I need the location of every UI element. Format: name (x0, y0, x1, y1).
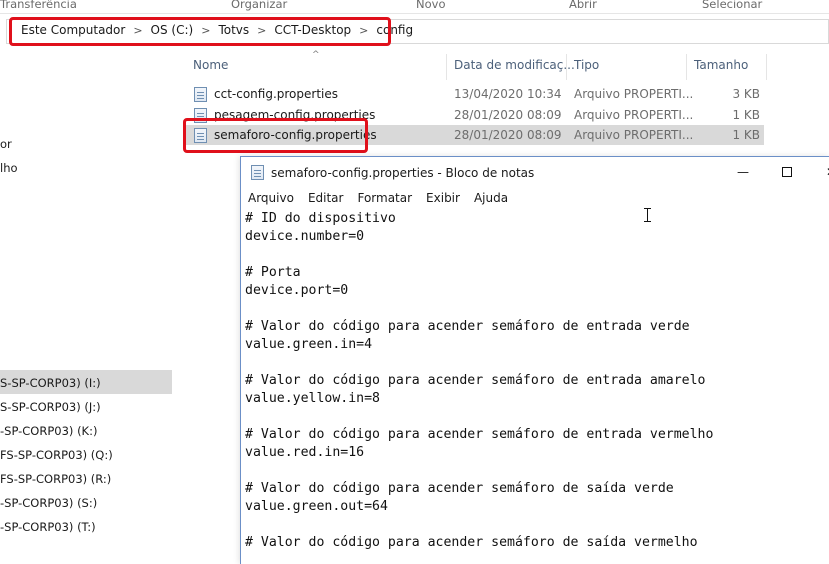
file-date: 28/01/2020 08:09 (454, 108, 562, 122)
file-size: 3 KB (732, 87, 760, 101)
file-type: Arquivo PROPERTI... (574, 87, 694, 101)
window-title: semaforo-config.properties - Bloco de no… (271, 166, 535, 180)
nav-item-drive-j[interactable]: S-SP-CORP03) (J:) (0, 400, 101, 414)
file-date: 13/04/2020 10:34 (454, 87, 562, 101)
notepad-title-bar[interactable]: semaforo-config.properties - Bloco de no… (241, 157, 829, 187)
address-highlight-box (9, 17, 391, 46)
notepad-icon (251, 165, 264, 180)
nav-item-drive-q[interactable]: FS-SP-CORP03) (Q:) (0, 448, 113, 462)
column-divider[interactable] (446, 54, 447, 80)
nav-item-drive-i[interactable]: S-SP-CORP03) (I:) (0, 376, 101, 390)
nav-item-drive-k[interactable]: -SP-CORP03) (K:) (0, 424, 97, 438)
file-list-header: Nome Data de modificaç... Tipo Tamanho (186, 54, 829, 80)
nav-item-drive-s[interactable]: -SP-CORP03) (S:) (0, 496, 97, 510)
file-row[interactable]: cct-config.properties 13/04/2020 10:34 A… (186, 84, 764, 104)
column-header-type[interactable]: Tipo (574, 58, 599, 72)
file-highlight-box (183, 118, 368, 153)
column-divider[interactable] (686, 54, 687, 80)
text-cursor-icon (644, 208, 653, 222)
file-name: cct-config.properties (214, 87, 339, 101)
nav-item-drive-t[interactable]: -SP-CORP03) (T:) (0, 520, 96, 534)
maximize-icon (782, 166, 792, 177)
ribbon-group-open: Abrir (569, 0, 597, 11)
column-divider[interactable] (566, 54, 567, 80)
text-file-icon (194, 87, 207, 102)
notepad-menu-bar: Arquivo Editar Formatar Exibir Ajuda (241, 189, 829, 209)
ribbon-group-labels: Transferência Organizar Novo Abrir Selec… (0, 0, 829, 14)
notepad-window: semaforo-config.properties - Bloco de no… (240, 156, 829, 564)
navigation-pane: or lho S-SP-CORP03) (I:) S-SP-CORP03) (J… (0, 46, 174, 564)
close-button[interactable]: ✕ (811, 161, 829, 183)
menu-item-format[interactable]: Formatar (350, 189, 419, 209)
column-header-size[interactable]: Tamanho (694, 58, 748, 72)
file-date: 28/01/2020 08:09 (454, 128, 562, 142)
minimize-button[interactable]: — (723, 161, 763, 183)
menu-item-view[interactable]: Exibir (419, 189, 467, 209)
column-header-date[interactable]: Data de modificaç... (454, 58, 575, 72)
file-type: Arquivo PROPERTI... (574, 128, 694, 142)
notepad-text-area[interactable]: # ID do dispositivo device.number=0 # Po… (245, 210, 825, 564)
menu-item-help[interactable]: Ajuda (467, 189, 515, 209)
file-size: 1 KB (732, 128, 760, 142)
nav-item-drive-r[interactable]: FS-SP-CORP03) (R:) (0, 472, 111, 486)
column-divider[interactable] (766, 54, 767, 80)
file-type: Arquivo PROPERTI... (574, 108, 694, 122)
nav-item[interactable]: lho (0, 161, 18, 175)
column-header-name[interactable]: Nome (193, 58, 228, 72)
maximize-button[interactable] (767, 161, 807, 183)
file-size: 1 KB (732, 108, 760, 122)
ribbon-group-new: Novo (416, 0, 446, 11)
menu-item-file[interactable]: Arquivo (241, 189, 301, 209)
ribbon-group-organize: Organizar (231, 0, 288, 11)
nav-item[interactable]: or (0, 137, 12, 151)
menu-item-edit[interactable]: Editar (301, 189, 351, 209)
ribbon-group-transfer: Transferência (0, 0, 77, 11)
ribbon-group-select: Selecionar (702, 0, 763, 11)
